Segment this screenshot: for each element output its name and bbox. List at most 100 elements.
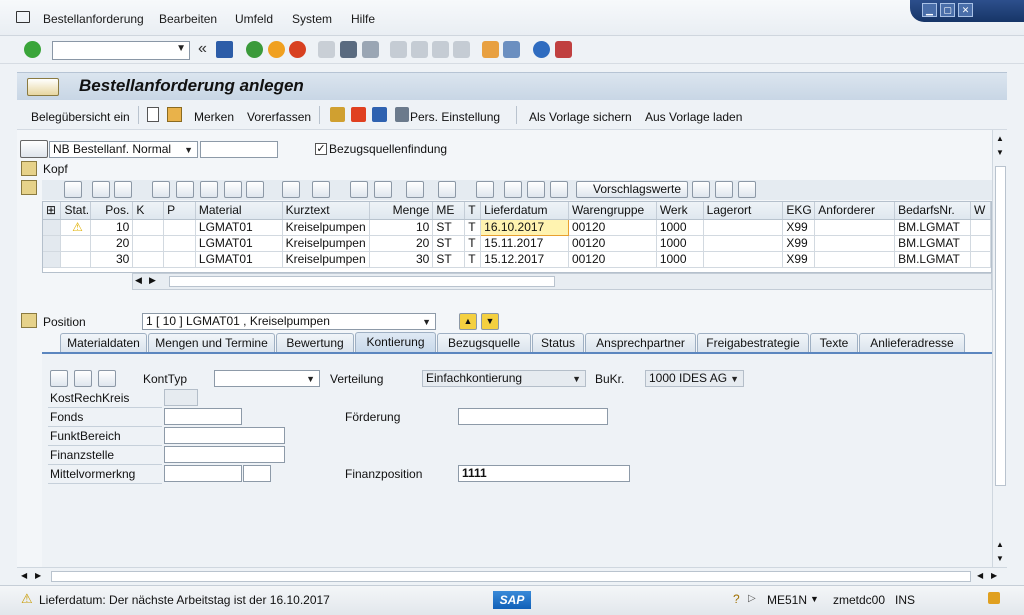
als-vorlage-sichern-button[interactable]: Als Vorlage sichern	[529, 110, 632, 124]
row-selector[interactable]	[43, 219, 62, 236]
tab-texte[interactable]: Texte	[810, 333, 858, 352]
split-icon[interactable]	[527, 181, 545, 198]
export-icon[interactable]	[406, 181, 424, 198]
insert-mode[interactable]: INS	[895, 593, 915, 607]
col-header[interactable]: P	[163, 202, 196, 220]
multiple-account-icon[interactable]	[50, 370, 68, 387]
bezugsquellen-checkbox[interactable]: ✓	[315, 143, 327, 155]
vertical-scrollbar[interactable]: ▲ ▼ ▲ ▼	[992, 130, 1008, 567]
new-document-icon[interactable]	[147, 107, 159, 122]
col-header[interactable]: ME	[432, 202, 466, 220]
cell-k[interactable]	[132, 235, 165, 252]
scroll-left-icon[interactable]: ◀	[21, 571, 27, 580]
scroll-up-icon[interactable]: ▲	[996, 540, 1004, 549]
copy-icon[interactable]	[92, 181, 110, 198]
document-type-select[interactable]: NB Bestellanf. Normal ▼	[49, 141, 198, 158]
other-document-icon[interactable]	[167, 107, 182, 122]
last-page-icon[interactable]	[453, 41, 470, 58]
cell-t[interactable]: T	[464, 251, 482, 268]
table-row[interactable]: 30 LGMAT01 Kreiselpumpen 30 ST T 15.12.2…	[43, 251, 991, 268]
cell-p[interactable]	[163, 219, 196, 236]
personal-settings-icon[interactable]	[395, 107, 409, 122]
table-row[interactable]: 20 LGMAT01 Kreiselpumpen 20 ST T 15.11.2…	[43, 235, 991, 252]
transaction-code[interactable]: ME51N	[767, 593, 807, 607]
scroll-down-icon[interactable]: ▼	[996, 554, 1004, 563]
col-header[interactable]: BedarfsNr.	[894, 202, 971, 220]
cell-ekg[interactable]: X99	[782, 219, 816, 236]
row-selector[interactable]	[43, 251, 62, 268]
cell-p[interactable]	[163, 251, 196, 268]
cell-p[interactable]	[163, 235, 196, 252]
select-all-icon[interactable]: ⊞	[43, 202, 62, 220]
check-icon[interactable]	[330, 107, 345, 122]
finanzposition-input[interactable]: 1111	[458, 465, 630, 482]
vorschlagswerte-button[interactable]: Vorschlagswerte	[576, 181, 688, 198]
sort-desc-icon[interactable]	[176, 181, 194, 198]
scroll-thumb[interactable]	[169, 276, 555, 287]
tab-bewertung[interactable]: Bewertung	[276, 333, 354, 352]
aus-vorlage-laden-button[interactable]: Aus Vorlage laden	[645, 110, 742, 124]
chevron-down-icon[interactable]: ▼	[176, 43, 186, 54]
cell-pos[interactable]: 30	[90, 251, 134, 268]
grid-horizontal-scrollbar[interactable]: ◀ ▶	[132, 273, 992, 290]
menu-system[interactable]: System	[292, 12, 332, 26]
mittelvormerkung-pos-input[interactable]	[243, 465, 271, 482]
menu-umfeld[interactable]: Umfeld	[235, 12, 273, 26]
sort-asc-icon[interactable]	[152, 181, 170, 198]
menu-bearbeiten[interactable]: Bearbeiten	[159, 12, 217, 26]
row-selector[interactable]	[43, 235, 62, 252]
col-header[interactable]: EKG	[782, 202, 816, 220]
horizontal-scrollbar[interactable]: ◀ ▶ ◀ ▶	[17, 567, 1007, 585]
messages-icon[interactable]	[351, 107, 366, 122]
chevron-down-icon[interactable]: ▼	[184, 143, 193, 158]
info-icon[interactable]	[476, 181, 494, 198]
cell-me[interactable]: ST	[432, 219, 466, 236]
tab-materialdaten[interactable]: Materialdaten	[60, 333, 147, 352]
cell-t[interactable]: T	[464, 219, 482, 236]
prev-page-icon[interactable]	[411, 41, 428, 58]
cell-ekg[interactable]: X99	[782, 235, 816, 252]
cell-kurztext[interactable]: Kreiselpumpen	[282, 219, 370, 236]
enter-icon[interactable]	[24, 41, 41, 58]
menu-bestellanforderung[interactable]: Bestellanforderung	[43, 12, 144, 26]
col-header[interactable]: Werk	[656, 202, 704, 220]
system-info-icon[interactable]: ?	[733, 592, 740, 606]
cell-pos[interactable]: 20	[90, 235, 134, 252]
chevron-down-icon[interactable]: ▼	[306, 372, 315, 387]
delete-icon[interactable]	[114, 181, 132, 198]
funktbereich-input[interactable]	[164, 427, 285, 444]
save-icon[interactable]	[216, 41, 233, 58]
vorerfassen-button[interactable]: Vorerfassen	[247, 110, 311, 124]
tab-status[interactable]: Status	[532, 333, 584, 352]
tab-mengen-und-termine[interactable]: Mengen und Termine	[148, 333, 275, 352]
cell-werk[interactable]: 1000	[656, 235, 704, 252]
cell-me[interactable]: ST	[432, 235, 466, 252]
col-header[interactable]: T	[464, 202, 482, 220]
chevron-down-icon[interactable]: ▼	[810, 594, 819, 604]
cell-bedarfsnr[interactable]: BM.LGMAT	[894, 251, 971, 268]
cell-werk[interactable]: 1000	[656, 219, 704, 236]
pers-einstellung-button[interactable]: Pers. Einstellung	[410, 110, 500, 124]
col-header[interactable]: K	[132, 202, 165, 220]
customize-layout-icon[interactable]	[555, 41, 572, 58]
cell-lagerort[interactable]	[703, 219, 784, 236]
cell-bedarfsnr[interactable]: BM.LGMAT	[894, 235, 971, 252]
chevron-down-icon[interactable]: ▼	[730, 372, 739, 387]
col-header[interactable]: Stat.	[60, 202, 92, 220]
transfer-icon[interactable]	[715, 181, 733, 198]
col-header[interactable]: Kurztext	[282, 202, 370, 220]
tab-anlieferadresse[interactable]: Anlieferadresse	[859, 333, 965, 352]
col-header[interactable]: Pos.	[90, 202, 134, 220]
cell-anforderer[interactable]	[814, 235, 896, 252]
finanzstelle-input[interactable]	[164, 446, 285, 463]
print-icon[interactable]	[350, 181, 368, 198]
first-page-icon[interactable]	[390, 41, 407, 58]
next-item-button[interactable]: ▼	[481, 313, 499, 330]
scroll-thumb[interactable]	[51, 571, 971, 582]
cell-lieferdatum[interactable]: 15.12.2017	[480, 251, 569, 268]
menu-hilfe[interactable]: Hilfe	[351, 12, 375, 26]
edit-account-icon[interactable]	[74, 370, 92, 387]
col-header[interactable]: Material	[195, 202, 283, 220]
scroll-down-icon[interactable]: ▼	[996, 148, 1004, 157]
find-next-icon[interactable]	[362, 41, 379, 58]
